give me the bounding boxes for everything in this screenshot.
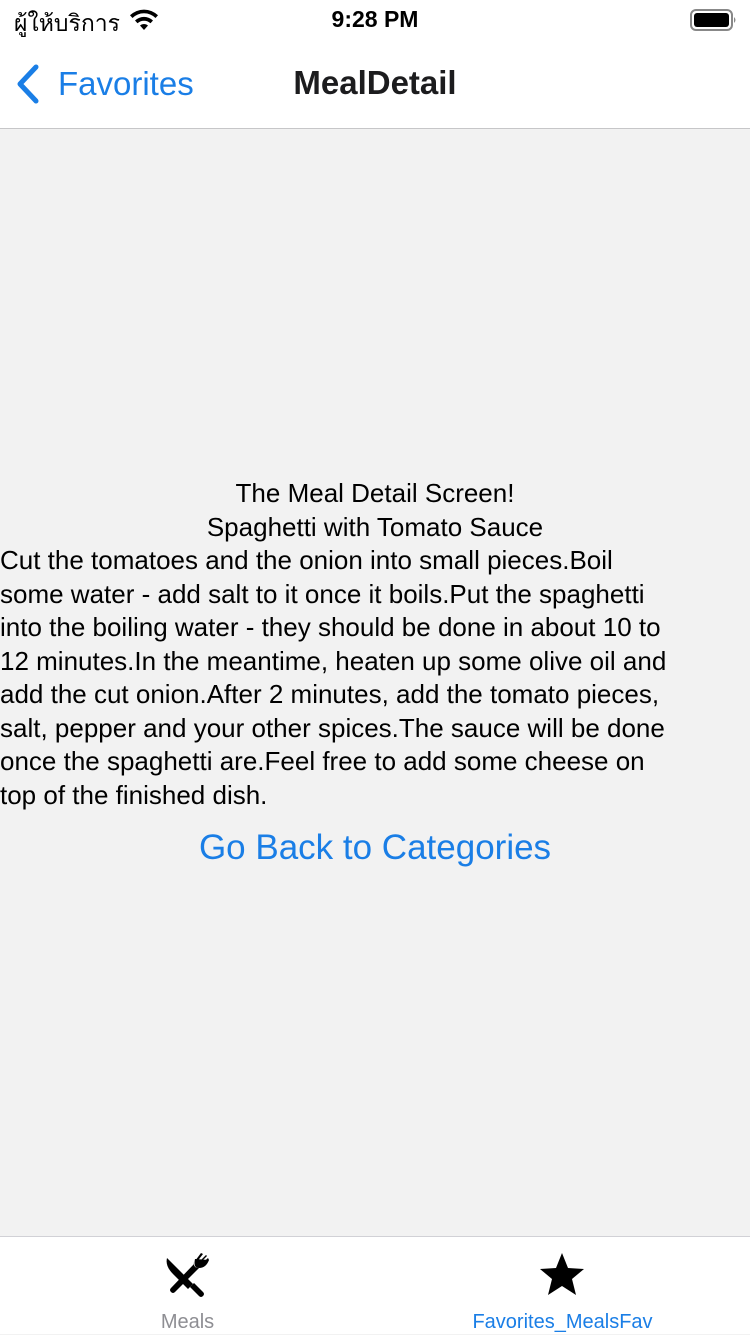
tab-favorites[interactable]: Favorites_MealsFav bbox=[375, 1237, 750, 1335]
meal-detail-content: The Meal Detail Screen! Spaghetti with T… bbox=[0, 130, 750, 1236]
tab-meals-label: Meals bbox=[160, 1311, 215, 1333]
utensils-icon bbox=[166, 1253, 209, 1297]
star-icon bbox=[540, 1253, 584, 1295]
battery-icon bbox=[690, 9, 736, 31]
status-time: 9:28 PM bbox=[331, 6, 419, 32]
status-bar: ผู้ให้บริการ 9:28 PM bbox=[0, 0, 750, 40]
tab-bar: Meals Favorites_MealsFav bbox=[0, 1236, 750, 1334]
tab-meals[interactable]: Meals bbox=[0, 1237, 375, 1335]
meal-steps: Cut the tomatoes and the onion into smal… bbox=[0, 545, 667, 810]
screen-heading: The Meal Detail Screen! bbox=[235, 478, 515, 508]
tab-favorites-label: Favorites_MealsFav bbox=[472, 1311, 653, 1333]
meal-title: Spaghetti with Tomato Sauce bbox=[206, 512, 544, 542]
page-title: MealDetail bbox=[293, 64, 457, 101]
navigation-bar: Favorites MealDetail bbox=[0, 40, 750, 129]
go-back-to-categories-button[interactable]: Go Back to Categories bbox=[0, 828, 750, 868]
